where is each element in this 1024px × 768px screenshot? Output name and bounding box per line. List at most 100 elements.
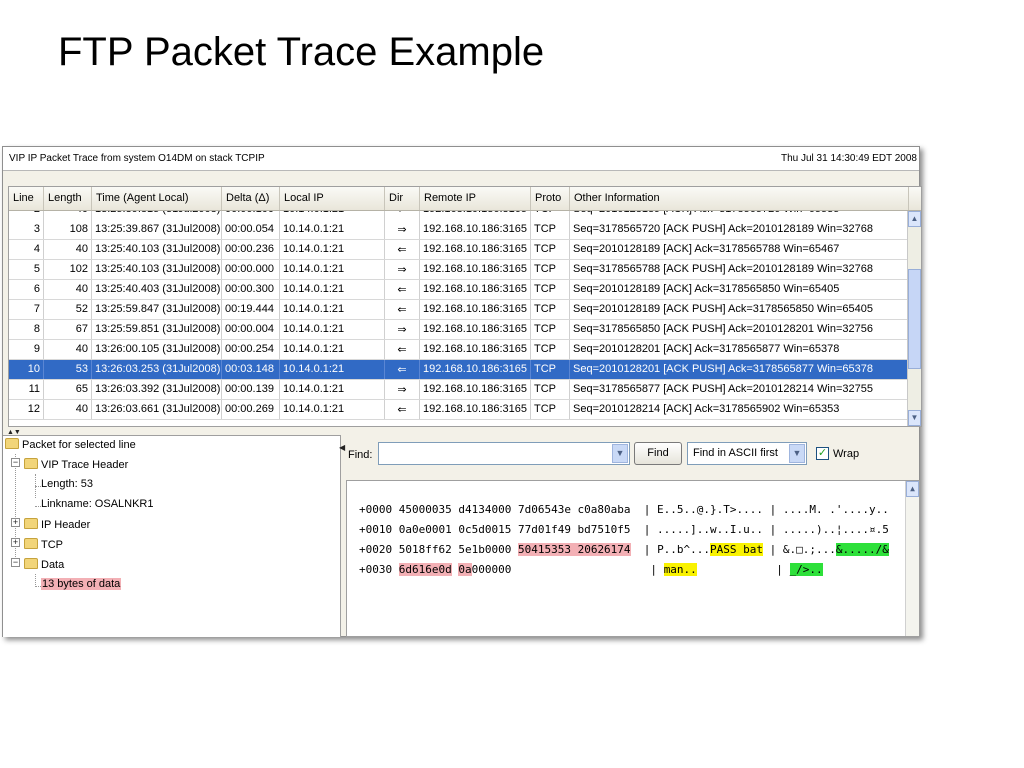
cell-length: 108 <box>44 220 92 239</box>
find-label: Find: <box>348 449 373 461</box>
table-row[interactable]: 5 102 13:25:40.103 (31Jul2008) 00:00.000… <box>9 260 907 280</box>
cell-delta: 00:00.054 <box>222 220 280 239</box>
collapse-icon[interactable]: − <box>11 558 20 567</box>
folder-icon <box>24 518 38 529</box>
tree-item-data[interactable]: Data <box>24 558 64 571</box>
ebcdic-text: &.□.;... <box>782 543 836 556</box>
scroll-up-icon[interactable]: ▲ <box>908 211 921 227</box>
cell-time: 13:25:40.103 (31Jul2008) <box>92 260 222 279</box>
table-row-selected[interactable]: 10 53 13:26:03.253 (31Jul2008) 00:03.148… <box>9 360 907 380</box>
hex-row: +0010 0a0e0001 0c5d0015 77d01f49 bd7510f… <box>359 523 889 536</box>
find-mode-value: Find in ASCII first <box>693 447 778 459</box>
col-header-line[interactable]: Line <box>9 187 44 210</box>
scrollbar-thumb[interactable] <box>908 269 921 369</box>
col-header-other-info[interactable]: Other Information <box>570 187 909 210</box>
cell-proto: TCP <box>531 211 570 220</box>
table-row[interactable]: 9 40 13:26:00.105 (31Jul2008) 00:00.254 … <box>9 340 907 360</box>
tree-item-vip-header[interactable]: VIP Trace Header <box>24 458 128 471</box>
cell-length: 40 <box>44 211 92 220</box>
tree-root[interactable]: Packet for selected line <box>5 438 136 451</box>
cell-time: 13:26:03.392 (31Jul2008) <box>92 380 222 399</box>
cell-line: 5 <box>9 260 44 279</box>
col-header-proto[interactable]: Proto <box>531 187 570 210</box>
cell-delta: 00:00.254 <box>222 340 280 359</box>
table-row[interactable]: 3 108 13:25:39.867 (31Jul2008) 00:00.054… <box>9 220 907 240</box>
cell-line: 2 <box>9 211 44 220</box>
folder-open-icon <box>24 458 38 469</box>
find-button[interactable]: Find <box>634 442 682 465</box>
cell-remote-ip: 192.168.10.186:3165 <box>420 340 531 359</box>
packet-detail-tree: Packet for selected line − VIP Trace Hea… <box>3 435 341 637</box>
ascii-text-highlighted: man.. <box>663 563 697 576</box>
folder-open-icon <box>5 438 19 449</box>
hex-scrollbar[interactable]: ▲ <box>905 481 919 636</box>
direction-icon: ⇐ <box>385 280 420 299</box>
folder-open-icon <box>24 558 38 569</box>
cell-proto: TCP <box>531 260 570 279</box>
tree-item-data-bytes[interactable]: 13 bytes of data <box>41 578 122 590</box>
ebcdic-text: .....)..¦....¤.5 <box>782 523 889 536</box>
col-header-length[interactable]: Length <box>44 187 92 210</box>
cell-time: 13:26:00.105 (31Jul2008) <box>92 340 222 359</box>
cell-line: 8 <box>9 320 44 339</box>
cell-length: 53 <box>44 360 92 379</box>
cell-proto: TCP <box>531 220 570 239</box>
cell-delta: 00:00.139 <box>222 380 280 399</box>
col-header-remote-ip[interactable]: Remote IP <box>420 187 531 210</box>
cell-local-ip: 10.14.0.1:21 <box>280 320 385 339</box>
scroll-down-icon[interactable]: ▼ <box>908 410 921 426</box>
cell-other-info: Seq=2010128201 [ACK PUSH] Ack=3178565877… <box>570 360 907 379</box>
col-header-time[interactable]: Time (Agent Local) <box>92 187 222 210</box>
packet-table: Line Length Time (Agent Local) Delta (Δ)… <box>8 186 922 427</box>
col-header-delta[interactable]: Delta (Δ) <box>222 187 280 210</box>
ascii-text: P..b^... <box>657 543 711 556</box>
direction-icon: ⇒ <box>385 220 420 239</box>
cell-other-info: Seq=2010128189 [ACK] Ack=3178565788 Win=… <box>570 240 907 259</box>
direction-icon: ⇐ <box>385 340 420 359</box>
cell-time: 13:25:59.851 (31Jul2008) <box>92 320 222 339</box>
wrap-checkbox[interactable]: ✓ <box>816 447 829 460</box>
table-row[interactable]: 12 40 13:26:03.661 (31Jul2008) 00:00.269… <box>9 400 907 420</box>
cell-other-info: Seq=3178565877 [ACK PUSH] Ack=2010128214… <box>570 380 907 399</box>
ebcdic-text-highlighted: &...../& <box>835 543 889 556</box>
packet-table-body: 2 40 13:25:39.815 (31Jul2008) 00:00.100 … <box>9 211 907 426</box>
find-mode-select[interactable]: Find in ASCII first ▼ <box>687 442 807 465</box>
chevron-down-icon[interactable]: ▼ <box>789 444 805 463</box>
tree-item-label: IP Header <box>41 519 91 531</box>
table-scrollbar[interactable]: ▲ ▼ <box>907 211 921 426</box>
hex-row: +0030 6d616e0d 0a000000 | man.. | _/>.. <box>359 563 823 576</box>
cell-time: 13:25:39.867 (31Jul2008) <box>92 220 222 239</box>
cell-remote-ip: 192.168.10.186:3165 <box>420 280 531 299</box>
scroll-up-icon[interactable]: ▲ <box>906 481 919 497</box>
cell-delta: 00:00.236 <box>222 240 280 259</box>
col-header-dir[interactable]: Dir <box>385 187 420 210</box>
collapse-icon[interactable]: − <box>11 458 20 467</box>
tree-item-ip-header[interactable]: IP Header <box>24 518 90 531</box>
hex-offset: +0020 <box>359 543 393 556</box>
tree-item-length[interactable]: Length: 53 <box>41 478 93 490</box>
hex-bytes-highlighted: 6d616e0d <box>398 563 452 576</box>
cell-line: 7 <box>9 300 44 319</box>
cell-remote-ip: 192.168.10.186:3165 <box>420 400 531 419</box>
cell-remote-ip: 192.168.10.186:3165 <box>420 260 531 279</box>
chevron-down-icon[interactable]: ▼ <box>612 444 628 463</box>
tree-item-linkname[interactable]: Linkname: OSALNKR1 <box>41 498 154 510</box>
packet-trace-window: VIP IP Packet Trace from system O14DM on… <box>2 146 922 637</box>
direction-icon: ⇒ <box>385 380 420 399</box>
cell-local-ip: 10.14.0.1:21 <box>280 240 385 259</box>
table-row[interactable]: 4 40 13:25:40.103 (31Jul2008) 00:00.236 … <box>9 240 907 260</box>
find-input[interactable]: ▼ <box>378 442 630 465</box>
col-header-local-ip[interactable]: Local IP <box>280 187 385 210</box>
cell-other-info: Seq=2010128189 [ACK] Ack=3178565850 Win=… <box>570 280 907 299</box>
expand-icon[interactable]: + <box>11 538 20 547</box>
expand-icon[interactable]: + <box>11 518 20 527</box>
table-row-partial[interactable]: 2 40 13:25:39.815 (31Jul2008) 00:00.100 … <box>9 211 907 220</box>
table-row[interactable]: 6 40 13:25:40.403 (31Jul2008) 00:00.300 … <box>9 280 907 300</box>
table-row[interactable]: 8 67 13:25:59.851 (31Jul2008) 00:00.004 … <box>9 320 907 340</box>
table-row[interactable]: 7 52 13:25:59.847 (31Jul2008) 00:19.444 … <box>9 300 907 320</box>
cell-delta: 00:00.004 <box>222 320 280 339</box>
cell-remote-ip: 192.168.10.186:3165 <box>420 360 531 379</box>
cell-line: 11 <box>9 380 44 399</box>
table-row[interactable]: 11 65 13:26:03.392 (31Jul2008) 00:00.139… <box>9 380 907 400</box>
tree-item-tcp[interactable]: TCP <box>24 538 63 551</box>
